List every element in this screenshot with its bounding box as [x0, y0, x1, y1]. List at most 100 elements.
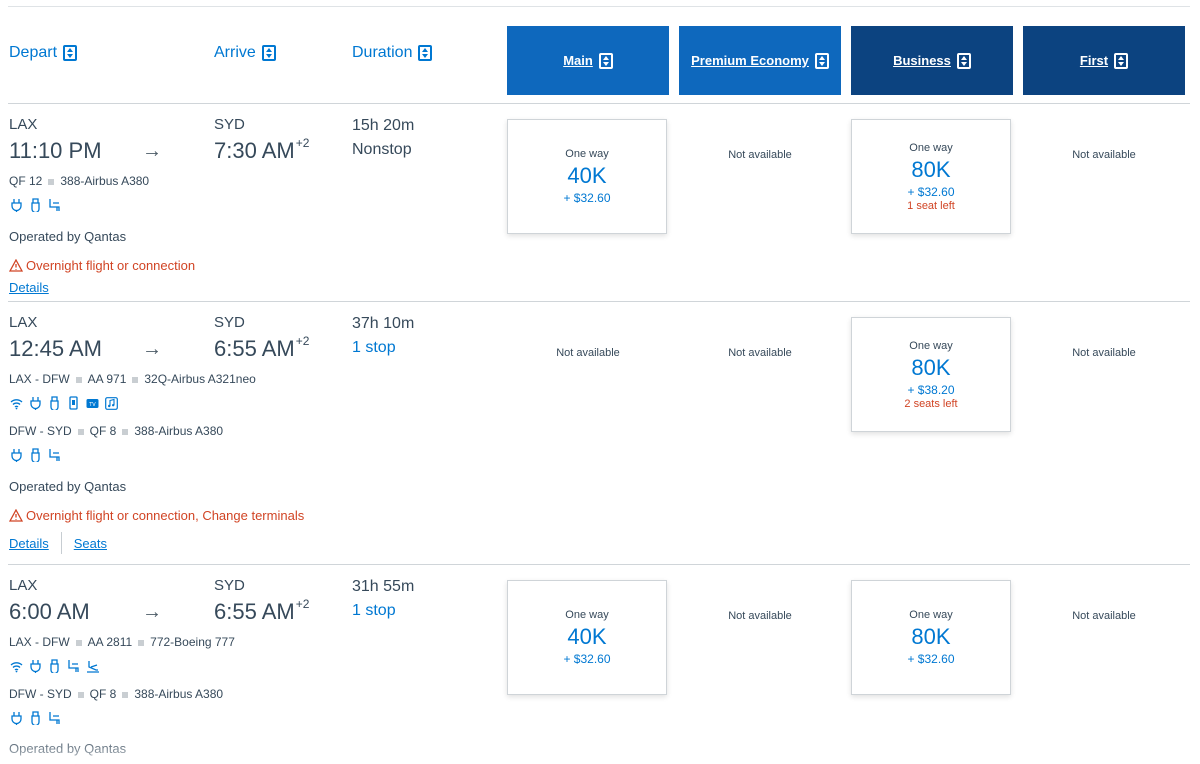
fare-premium-economy-na: Not available	[728, 149, 792, 161]
bottom-fade	[0, 736, 1200, 764]
stops-link[interactable]: 1 stop	[352, 602, 396, 620]
fare-points: 40K	[567, 163, 607, 188]
flight-number: QF 8	[89, 687, 117, 701]
aircraft-type: 388-Airbus A380	[60, 174, 150, 188]
fare-points: 80K	[911, 624, 951, 649]
sort-depart-button[interactable]: Depart	[9, 44, 78, 62]
sort-duration-button[interactable]: Duration	[352, 44, 433, 62]
day-offset: +2	[295, 597, 310, 611]
day-offset: +2	[295, 334, 310, 348]
fare-tax: + $32.60	[563, 652, 611, 666]
cabin-header-premium-economy[interactable]: Premium Economy	[679, 26, 841, 95]
aircraft-type: 388-Airbus A380	[134, 687, 224, 701]
warning-icon	[9, 509, 23, 522]
amenities	[10, 448, 61, 462]
fare-first-na: Not available	[1072, 347, 1136, 359]
aircraft-type: 772-Boeing 777	[150, 635, 235, 649]
power-icon	[11, 449, 22, 462]
fare-label: One way	[909, 609, 953, 621]
amenities: TV	[10, 396, 118, 410]
depart-time: 11:10 PM	[9, 138, 102, 163]
segment-route: DFW - SYD	[9, 687, 72, 701]
link-divider	[60, 532, 62, 554]
fare-business[interactable]: One way 80K + $38.20 2 seats left	[851, 317, 1011, 432]
origin-airport: LAX	[9, 577, 38, 594]
segment-route: LAX - DFW	[9, 635, 70, 649]
sort-icon	[261, 45, 276, 61]
fare-points: 80K	[911, 354, 951, 380]
amenities	[10, 659, 99, 673]
details-link[interactable]: Details	[9, 280, 49, 295]
row-divider	[8, 564, 1190, 565]
arrive-time: 7:30 AM+2	[214, 136, 310, 163]
fare-main[interactable]: One way 40K + $32.60	[507, 119, 667, 234]
overnight-warning: Overnight flight or connection	[9, 258, 195, 273]
details-link[interactable]: Details	[9, 536, 49, 551]
fare-tax: + $32.60	[563, 191, 611, 205]
cabin-header-label: Business	[893, 53, 951, 68]
amenities	[10, 198, 61, 212]
seat-icon	[49, 449, 60, 461]
duration-header-label: Duration	[352, 44, 413, 61]
flight-number: QF 8	[89, 424, 117, 438]
segment-info: DFW - SYD QF 8 388-Airbus A380	[9, 424, 223, 438]
sort-icon	[814, 52, 829, 69]
destination-airport: SYD	[214, 577, 245, 594]
segment-route: LAX - DFW	[9, 372, 70, 386]
power-icon	[11, 199, 22, 212]
row-links: Details Seats	[9, 532, 107, 554]
sort-icon	[418, 45, 433, 61]
row-divider	[8, 301, 1190, 302]
segment-info: LAX - DFW AA 971 32Q-Airbus A321neo	[9, 372, 256, 386]
operated-by: Operated by Qantas	[9, 479, 127, 494]
fare-label: One way	[565, 609, 609, 621]
separator	[75, 639, 82, 646]
fare-first-na: Not available	[1072, 610, 1136, 622]
phone-icon	[69, 396, 78, 410]
flight-duration: 37h 10m	[352, 315, 415, 332]
arrow-right-icon: →	[142, 338, 162, 360]
arrow-right-icon: →	[142, 601, 162, 623]
overnight-warning: Overnight flight or connection, Change t…	[9, 508, 304, 523]
seats-link[interactable]: Seats	[74, 536, 107, 551]
depart-header-label: Depart	[9, 44, 58, 61]
sort-icon	[956, 52, 971, 69]
seat-icon	[49, 199, 60, 211]
sort-arrive-button[interactable]: Arrive	[214, 44, 276, 62]
origin-airport: LAX	[9, 116, 38, 133]
cabin-header-label: Premium Economy	[691, 53, 809, 68]
fare-label: One way	[565, 148, 609, 160]
cabin-header-first[interactable]: First	[1023, 26, 1185, 95]
power-icon	[30, 397, 41, 410]
fare-tax: + $38.20	[907, 382, 955, 397]
flight-number: AA 2811	[87, 635, 133, 649]
usb-icon	[50, 659, 59, 673]
separator	[122, 691, 129, 698]
fare-main[interactable]: One way 40K + $32.60	[507, 580, 667, 695]
fare-business[interactable]: One way 80K + $32.60 1 seat left	[851, 119, 1011, 234]
usb-icon	[31, 198, 40, 212]
fare-premium-economy-na: Not available	[728, 347, 792, 359]
sort-icon	[63, 45, 78, 61]
stops-link[interactable]: 1 stop	[352, 339, 396, 357]
depart-time: 6:00 AM	[9, 599, 90, 624]
fare-first-na: Not available	[1072, 149, 1136, 161]
fare-label: One way	[909, 339, 953, 352]
wifi-icon	[10, 399, 23, 410]
flight-duration: 15h 20m	[352, 117, 415, 134]
depart-time: 12:45 AM	[9, 336, 102, 361]
flight-number: QF 12	[9, 174, 43, 188]
segment-route: DFW - SYD	[9, 424, 72, 438]
sort-icon	[598, 52, 613, 69]
cabin-header-label: Main	[563, 53, 593, 68]
header-divider	[8, 103, 1190, 104]
cabin-header-business[interactable]: Business	[851, 26, 1013, 95]
seats-left: 1 seat left	[907, 199, 955, 212]
destination-airport: SYD	[214, 314, 245, 331]
separator	[77, 428, 84, 435]
segment-info: LAX - DFW AA 2811 772-Boeing 777	[9, 635, 235, 649]
fare-premium-economy-na: Not available	[728, 610, 792, 622]
flight-number: AA 971	[87, 372, 127, 386]
cabin-header-main[interactable]: Main	[507, 26, 669, 95]
fare-business[interactable]: One way 80K + $32.60	[851, 580, 1011, 695]
